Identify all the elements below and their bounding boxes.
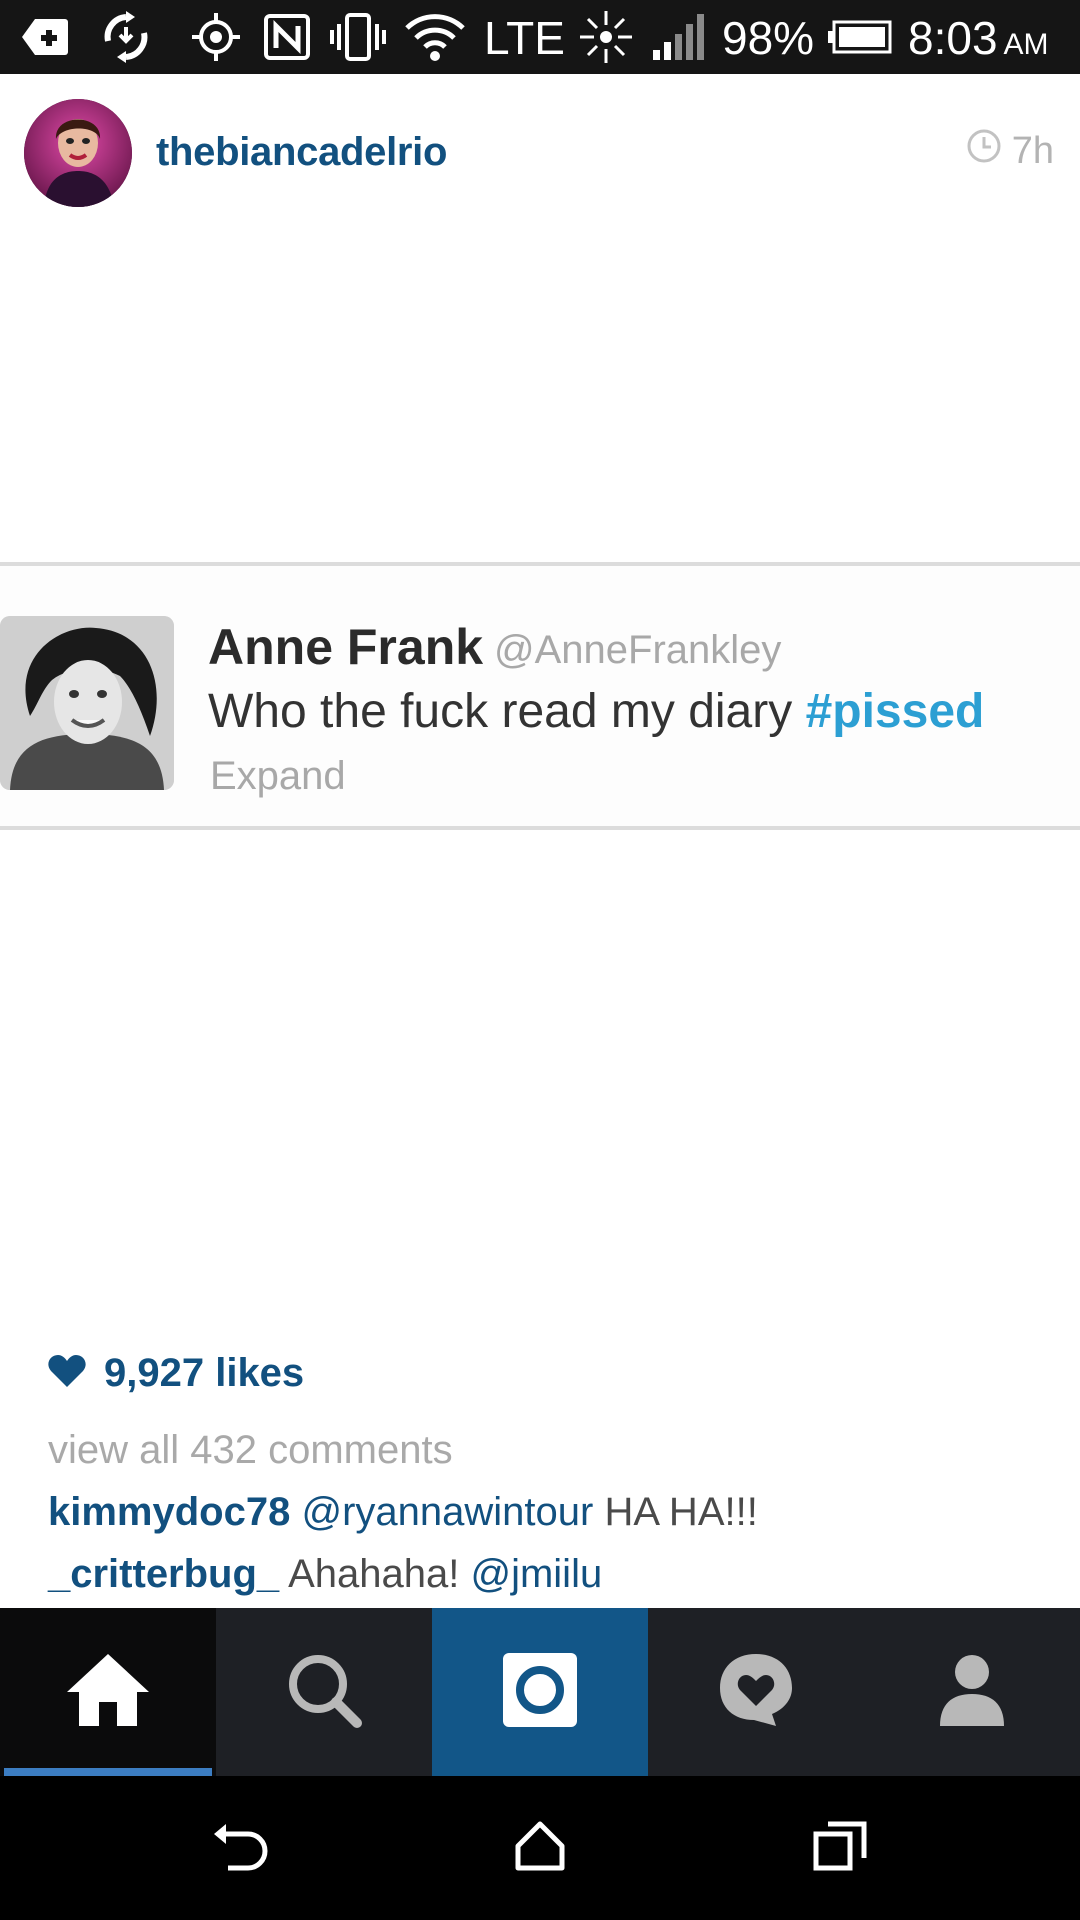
likes-count[interactable]: 9,927 likes	[104, 1351, 304, 1396]
status-bar: LTE 98% 8:03 AM	[0, 0, 1080, 74]
back-icon	[210, 1820, 270, 1877]
post-username[interactable]: thebiancadelrio	[156, 130, 447, 175]
home-outline-icon	[514, 1820, 566, 1877]
post-timestamp: 7h	[966, 128, 1054, 174]
tweet-hashtag: #pissed	[805, 685, 985, 738]
tweet-handle: @AnneFrankley	[494, 628, 782, 672]
network-type: LTE	[484, 12, 565, 64]
active-tab-indicator	[4, 1768, 212, 1776]
tweet-body: Who the fuck read my diary	[208, 685, 793, 738]
comment-username[interactable]: _critterbug_	[48, 1552, 279, 1596]
tab-activity[interactable]	[648, 1608, 864, 1776]
comment-mention[interactable]: @jmiilu	[470, 1552, 602, 1596]
profile-icon	[936, 1652, 1008, 1733]
battery-icon	[826, 0, 892, 74]
comment: kimmydoc78 @ryannawintour HA HA!!!	[48, 1490, 758, 1535]
gps-icon	[188, 0, 244, 74]
heart-icon	[48, 1354, 86, 1393]
comment-mention[interactable]: @ryannawintour	[301, 1490, 593, 1534]
signal-icon	[650, 0, 708, 74]
tweet-author-name: Anne Frank	[208, 619, 484, 675]
view-all-comments-link[interactable]: view all 432 comments	[48, 1428, 453, 1473]
vibrate-icon	[326, 0, 390, 74]
tweet-text: Who the fuck read my diary #pissed	[208, 684, 984, 739]
post-header: thebiancadelrio 7h	[0, 74, 1080, 234]
tweet-card: Anne Frank @AnneFrankley Who the fuck re…	[0, 562, 1080, 830]
comment-text: HA HA!!!	[604, 1490, 758, 1534]
clock-ampm: AM	[1003, 28, 1049, 61]
recents-button[interactable]	[780, 1776, 900, 1920]
search-icon	[285, 1651, 363, 1734]
sync-icon	[98, 0, 154, 74]
recents-icon	[812, 1820, 868, 1877]
plus-notification-icon	[20, 0, 70, 74]
tweet-avatar	[0, 616, 174, 790]
back-button[interactable]	[180, 1776, 300, 1920]
tweet-expand-label: Expand	[210, 754, 346, 798]
comment-text: Ahahaha!	[288, 1552, 460, 1596]
user-avatar[interactable]	[24, 99, 132, 207]
nfc-icon	[262, 0, 312, 74]
camera-icon	[501, 1651, 579, 1734]
home-icon	[65, 1652, 151, 1733]
home-button[interactable]	[480, 1776, 600, 1920]
data-activity-icon	[576, 0, 636, 74]
tab-search[interactable]	[216, 1608, 432, 1776]
tab-camera[interactable]	[432, 1608, 648, 1776]
wifi-icon	[402, 0, 468, 74]
tab-bar	[0, 1608, 1080, 1776]
tab-profile[interactable]	[864, 1608, 1080, 1776]
battery-percent: 98%	[722, 12, 815, 64]
post-image[interactable]: Anne Frank @AnneFrankley Who the fuck re…	[0, 234, 1080, 1314]
tab-home[interactable]	[0, 1608, 216, 1776]
activity-heart-icon	[716, 1650, 796, 1735]
clock: 8:03 AM	[908, 0, 1049, 74]
likes-row[interactable]: 9,927 likes	[48, 1348, 304, 1398]
clock-icon	[966, 128, 1002, 174]
clock-time: 8:03	[908, 12, 998, 64]
system-nav-bar	[0, 1776, 1080, 1920]
post-time-text: 7h	[1011, 129, 1054, 172]
comment-username[interactable]: kimmydoc78	[48, 1490, 290, 1534]
comment: _critterbug_ Ahahaha! @jmiilu	[48, 1552, 602, 1597]
